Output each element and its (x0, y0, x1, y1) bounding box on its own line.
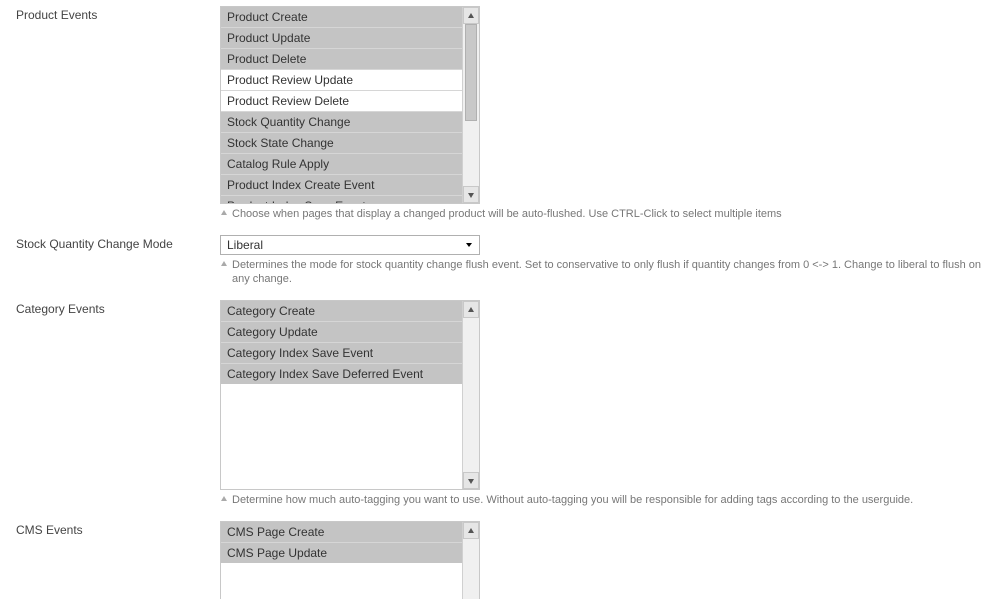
scrollbar[interactable] (462, 301, 479, 489)
product-events-option[interactable]: Stock State Change (221, 133, 462, 154)
scrollbar[interactable] (462, 7, 479, 203)
product-events-hint: Choose when pages that display a changed… (220, 207, 985, 221)
category-events-label: Category Events (16, 300, 220, 316)
scroll-track[interactable] (463, 539, 479, 599)
product-events-option[interactable]: Product Review Update (221, 70, 462, 91)
product-events-option[interactable]: Catalog Rule Apply (221, 154, 462, 175)
product-events-option[interactable]: Product Index Save Event (221, 196, 462, 204)
scroll-up-button[interactable] (463, 301, 479, 318)
stock-mode-hint: Determines the mode for stock quantity c… (220, 258, 985, 286)
scroll-track[interactable] (463, 318, 479, 472)
product-events-label: Product Events (16, 6, 220, 22)
scroll-down-button[interactable] (463, 186, 479, 203)
product-events-option[interactable]: Product Update (221, 28, 462, 49)
scroll-up-button[interactable] (463, 522, 479, 539)
cms-events-option[interactable]: CMS Page Create (221, 522, 462, 543)
product-events-option[interactable]: Product Delete (221, 49, 462, 70)
scroll-down-button[interactable] (463, 472, 479, 489)
stock-mode-value: Liberal (227, 238, 263, 252)
product-events-option[interactable]: Product Create (221, 7, 462, 28)
product-events-select[interactable]: Product CreateProduct UpdateProduct Dele… (220, 6, 480, 204)
stock-mode-label: Stock Quantity Change Mode (16, 235, 220, 251)
cms-events-select[interactable]: CMS Page CreateCMS Page Update (220, 521, 480, 599)
chevron-down-icon (461, 237, 477, 253)
category-events-hint: Determine how much auto-tagging you want… (220, 493, 985, 507)
category-events-option[interactable]: Category Update (221, 322, 462, 343)
category-events-option[interactable]: Category Index Save Deferred Event (221, 364, 462, 384)
cms-events-label: CMS Events (16, 521, 220, 537)
empty-area (221, 384, 462, 490)
cms-events-option[interactable]: CMS Page Update (221, 543, 462, 563)
scroll-up-button[interactable] (463, 7, 479, 24)
product-events-option[interactable]: Product Review Delete (221, 91, 462, 112)
hint-arrow-icon (220, 495, 228, 503)
scroll-thumb[interactable] (465, 24, 477, 121)
empty-area (221, 563, 462, 599)
hint-arrow-icon (220, 260, 228, 268)
category-events-option[interactable]: Category Create (221, 301, 462, 322)
scroll-track[interactable] (463, 24, 479, 186)
category-events-option[interactable]: Category Index Save Event (221, 343, 462, 364)
hint-arrow-icon (220, 209, 228, 217)
category-events-select[interactable]: Category CreateCategory UpdateCategory I… (220, 300, 480, 490)
stock-mode-select[interactable]: Liberal (220, 235, 480, 255)
product-events-option[interactable]: Product Index Create Event (221, 175, 462, 196)
product-events-option[interactable]: Stock Quantity Change (221, 112, 462, 133)
